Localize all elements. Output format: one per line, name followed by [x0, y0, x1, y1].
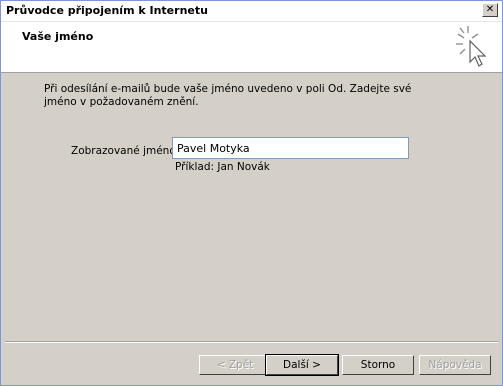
- help-button[interactable]: Nápověda: [419, 355, 491, 375]
- wizard-sparkle-cursor-icon: [456, 26, 487, 67]
- page-title: Vaše jméno: [22, 30, 94, 43]
- next-button[interactable]: Další >: [265, 354, 339, 376]
- footer-separator: [5, 341, 498, 343]
- wizard-header: Vaše jméno: [1, 22, 502, 73]
- example-text: Příklad: Jan Novák: [175, 161, 270, 173]
- window-title: Průvodce připojením k Internetu: [6, 4, 208, 17]
- cancel-button[interactable]: Storno: [342, 355, 414, 375]
- close-icon: ✕: [485, 4, 495, 15]
- wizard-dialog: Průvodce připojením k Internetu ✕ Vaše j…: [0, 0, 503, 386]
- back-button[interactable]: < Zpět: [199, 355, 271, 375]
- title-bar[interactable]: Průvodce připojením k Internetu ✕: [1, 1, 502, 22]
- display-name-input[interactable]: [172, 137, 409, 159]
- close-button[interactable]: ✕: [482, 3, 498, 17]
- display-name-label: Zobrazované jméno:: [71, 145, 180, 157]
- description-text: Při odesílání e-mailů bude vaše jméno uv…: [44, 83, 412, 108]
